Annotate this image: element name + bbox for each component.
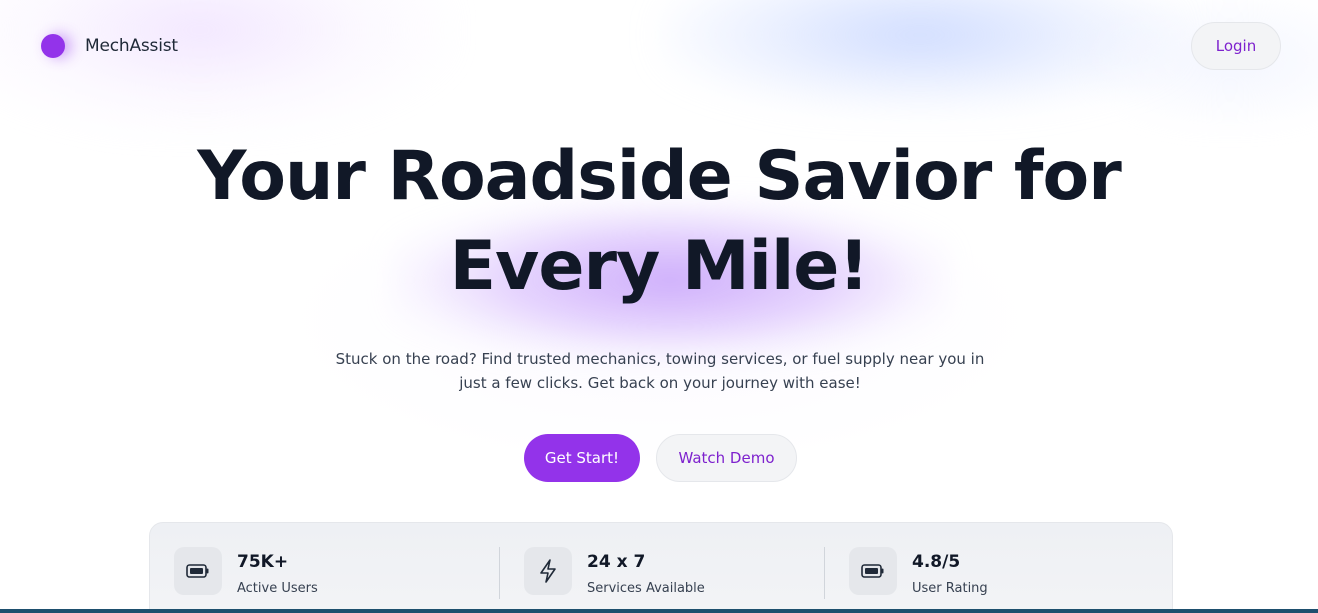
- battery-icon: [174, 547, 222, 595]
- site-header: MechAssist Login: [0, 0, 1318, 92]
- brand-name: MechAssist: [85, 36, 178, 56]
- stat-value: 24 x 7: [587, 552, 646, 572]
- lightning-icon: [524, 547, 572, 595]
- login-button[interactable]: Login: [1191, 22, 1281, 70]
- stat-label: Services Available: [587, 581, 705, 596]
- watch-demo-button[interactable]: Watch Demo: [656, 434, 797, 482]
- hero-title-line-1: Your Roadside Savior for: [197, 137, 1121, 216]
- stats-panel: 75K+ Active Users 24 x 7 Services Availa…: [149, 522, 1173, 613]
- get-start-button[interactable]: Get Start!: [524, 434, 640, 482]
- stat-divider: [499, 547, 500, 599]
- hero-title-line-2: Every Mile!: [449, 227, 870, 306]
- stat-value: 75K+: [237, 552, 289, 572]
- stat-divider: [824, 547, 825, 599]
- hero-title: Your Roadside Savior for Every Mile!: [0, 132, 1318, 312]
- stat-value: 4.8/5: [912, 552, 961, 572]
- stat-label: User Rating: [912, 581, 988, 596]
- stat-label: Active Users: [237, 581, 318, 596]
- landing-page: MechAssist Login Your Roadside Savior fo…: [0, 0, 1318, 613]
- hero-subtitle: Stuck on the road? Find trusted mechanic…: [335, 350, 985, 392]
- brand-logo[interactable]: MechAssist: [41, 34, 178, 58]
- bottom-edge-bar: [0, 609, 1318, 613]
- battery-icon: [849, 547, 897, 595]
- logo-dot-icon: [41, 34, 65, 58]
